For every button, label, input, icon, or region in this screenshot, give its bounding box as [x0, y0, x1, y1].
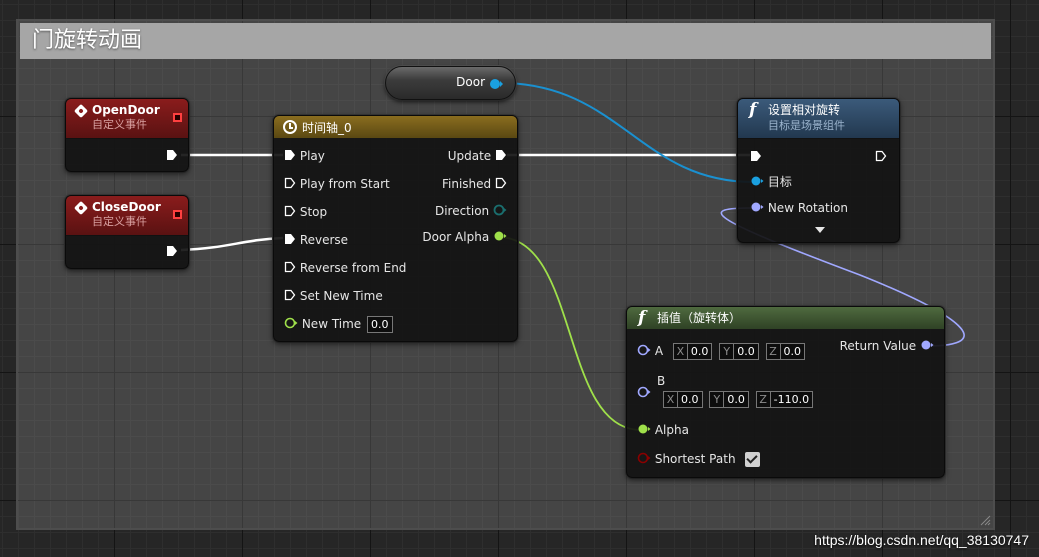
timeline-title: 时间轴_0: [302, 121, 352, 135]
timeline-set-new-time-pin[interactable]: Set New Time: [284, 287, 383, 305]
object-pin-icon[interactable]: [750, 175, 764, 187]
shortest-path-checkbox[interactable]: [745, 452, 761, 467]
timeline-finished-pin[interactable]: Finished: [442, 175, 507, 193]
bool-pin-icon[interactable]: [637, 452, 651, 464]
door-output-pin-icon[interactable]: [489, 77, 503, 91]
lerp-b-pin[interactable]: [637, 384, 651, 402]
rotator-pin-icon[interactable]: [920, 339, 934, 351]
lerp-header: f 插值（旋转体）: [627, 307, 944, 329]
pin-label: Update: [447, 149, 492, 163]
exec-in-pin-icon[interactable]: [284, 149, 296, 161]
clock-icon: [283, 120, 297, 134]
lerp-b-vector[interactable]: X 0.0 Y 0.0 Z -110.0: [663, 390, 816, 408]
timeline-door-alpha-pin[interactable]: Door Alpha: [422, 228, 507, 246]
set-rotation-title: 设置相对旋转: [768, 103, 841, 117]
lerp-rotator-node[interactable]: f 插值（旋转体） A X 0.0 Y 0.0 Z 0.0 B X 0.0 Y 0.0 Z…: [626, 306, 945, 478]
timeline-new-time-pin[interactable]: New Time 0.0: [284, 315, 393, 333]
watermark: https://blog.csdn.net/qq_38130747: [814, 532, 1029, 548]
exec-in-pin-icon[interactable]: [284, 261, 296, 273]
pin-label: Play from Start: [299, 177, 390, 191]
timeline-reverse-pin[interactable]: Reverse: [284, 231, 348, 249]
pin-label: Direction: [434, 204, 490, 218]
opendoor-title: OpenDoor: [92, 103, 160, 117]
set-relative-rotation-node[interactable]: f 设置相对旋转 目标是场景组件 目标 New Rotation: [737, 98, 900, 243]
new-time-input[interactable]: 0.0: [367, 316, 393, 333]
timeline-direction-pin[interactable]: Direction: [435, 202, 507, 220]
closedoor-event-node[interactable]: CloseDoor 自定义事件: [65, 195, 189, 269]
new-rotation-pin[interactable]: New Rotation: [750, 199, 848, 217]
b-y-field[interactable]: Y 0.0: [709, 390, 749, 408]
rotator-pin-icon[interactable]: [750, 201, 764, 213]
set-rotation-subtitle: 目标是场景组件: [768, 119, 845, 132]
pin-label: Finished: [442, 177, 492, 191]
opendoor-header: OpenDoor 自定义事件: [66, 99, 188, 139]
exec-in-pin-icon[interactable]: [284, 177, 296, 189]
delegate-pin-icon[interactable]: [173, 113, 182, 122]
a-x-field[interactable]: X 0.0: [672, 342, 713, 360]
a-z-field[interactable]: Z 0.0: [765, 342, 806, 360]
door-variable-label: Door: [456, 75, 485, 89]
closedoor-title: CloseDoor: [92, 200, 161, 214]
exec-in-pin-icon[interactable]: [750, 150, 762, 162]
timeline-stop-pin[interactable]: Stop: [284, 203, 327, 221]
exec-in-pin-icon[interactable]: [284, 205, 296, 217]
timeline-play-from-start-pin[interactable]: Play from Start: [284, 175, 390, 193]
set-rotation-header: f 设置相对旋转 目标是场景组件: [738, 99, 899, 139]
lerp-alpha-pin[interactable]: Alpha: [637, 421, 689, 439]
timeline-update-pin[interactable]: Update: [448, 147, 507, 165]
float-pin-icon[interactable]: [493, 230, 507, 242]
opendoor-subtitle: 自定义事件: [92, 118, 147, 131]
pin-label: New Time: [301, 317, 362, 331]
function-icon: f: [638, 308, 646, 328]
comment-title[interactable]: 门旋转动画: [20, 23, 991, 59]
pin-label: Reverse: [299, 233, 349, 247]
pin-label: Play: [299, 149, 325, 163]
opendoor-event-node[interactable]: OpenDoor 自定义事件: [65, 98, 189, 172]
timeline-reverse-from-end-pin[interactable]: Reverse from End: [284, 259, 406, 277]
pin-label: Shortest Path: [654, 452, 736, 466]
float-pin-icon[interactable]: [284, 317, 298, 329]
exec-out-pin-icon[interactable]: [495, 177, 507, 189]
pin-label: 目标: [767, 175, 792, 189]
rotator-pin-icon[interactable]: [637, 386, 651, 398]
exec-in-pin-icon[interactable]: [284, 233, 296, 245]
pin-label: Door Alpha: [422, 230, 490, 244]
timeline-header: 时间轴_0: [274, 116, 517, 138]
delegate-pin-icon[interactable]: [173, 210, 182, 219]
target-pin[interactable]: 目标: [750, 173, 792, 191]
lerp-title: 插值（旋转体）: [657, 311, 742, 325]
pin-label: Reverse from End: [299, 261, 407, 275]
pin-label: Return Value: [839, 339, 917, 353]
exec-out-pin-icon[interactable]: [875, 150, 887, 162]
b-z-field[interactable]: Z -110.0: [755, 390, 814, 408]
pin-label: Stop: [299, 205, 328, 219]
rotator-pin-icon[interactable]: [637, 344, 651, 356]
lerp-return-value-pin[interactable]: Return Value: [840, 337, 934, 355]
b-x-field[interactable]: X 0.0: [663, 390, 703, 408]
resize-grip-icon[interactable]: [979, 514, 991, 526]
lerp-shortest-path-pin[interactable]: Shortest Path: [637, 450, 761, 468]
exec-out-pin-icon[interactable]: [495, 149, 507, 161]
closedoor-subtitle: 自定义事件: [92, 215, 147, 228]
event-icon: [73, 200, 89, 216]
closedoor-exec-out-pin-icon[interactable]: [166, 245, 178, 257]
float-pin-icon[interactable]: [637, 423, 651, 435]
pin-label: Alpha: [654, 423, 689, 437]
pin-label: A: [654, 344, 664, 358]
opendoor-exec-out-pin-icon[interactable]: [166, 149, 178, 161]
pin-label: Set New Time: [299, 289, 383, 303]
expand-arrow-icon[interactable]: [814, 226, 826, 234]
closedoor-header: CloseDoor 自定义事件: [66, 196, 188, 236]
a-y-field[interactable]: Y 0.0: [719, 342, 759, 360]
event-icon: [73, 103, 89, 119]
timeline-play-pin[interactable]: Play: [284, 147, 325, 165]
enum-pin-icon[interactable]: [493, 204, 507, 216]
lerp-a-pin[interactable]: A X 0.0 Y 0.0 Z 0.0: [637, 342, 808, 360]
door-variable-node[interactable]: Door: [385, 66, 516, 100]
function-icon: f: [749, 100, 757, 120]
pin-label: New Rotation: [767, 201, 849, 215]
exec-in-pin-icon[interactable]: [284, 289, 296, 301]
lerp-b-label: B: [657, 374, 666, 388]
timeline-node[interactable]: 时间轴_0 Play Play from Start Stop Reverse …: [273, 115, 518, 342]
